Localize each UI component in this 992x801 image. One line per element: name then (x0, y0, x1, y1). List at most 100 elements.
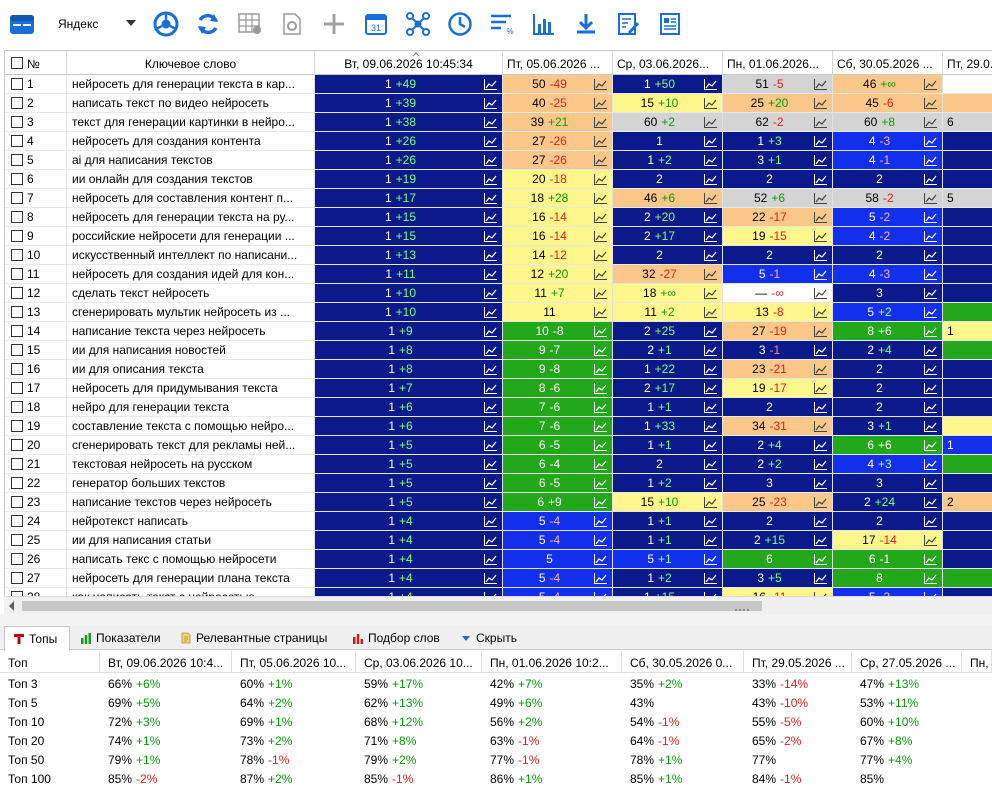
position-cell[interactable]: 1 +4 (315, 512, 503, 531)
trend-chart-icon[interactable] (814, 554, 827, 565)
position-cell[interactable]: 2 +1 (613, 341, 723, 360)
panel-splitter[interactable] (0, 609, 992, 626)
position-cell[interactable]: 34 -31 (723, 417, 833, 436)
position-cell[interactable]: 5 +1 (613, 550, 723, 569)
filter-percent-icon[interactable]: % (488, 10, 516, 38)
keyword-cell[interactable]: нейротекст написать (67, 512, 315, 531)
trend-chart-icon[interactable] (704, 193, 717, 204)
trend-chart-icon[interactable] (484, 478, 497, 489)
position-cell[interactable]: 27 -26 (503, 151, 613, 170)
position-cell[interactable]: 1 +4 (315, 531, 503, 550)
position-cell[interactable]: 4 -3 (833, 265, 943, 284)
keyword-cell[interactable]: написание текста через нейросеть (67, 322, 315, 341)
trend-chart-icon[interactable] (594, 554, 607, 565)
position-cell[interactable]: 2 +25 (613, 322, 723, 341)
table-row[interactable]: 20 сгенерировать текст для рекламы ней...… (5, 436, 992, 455)
table-row[interactable]: 12 сделать текст нейросеть 1 +10 11 +7 18 +∞ — -∞… (5, 284, 992, 303)
table-row[interactable]: 10 искусственный интеллект по написани...… (5, 246, 992, 265)
trend-chart-icon[interactable] (924, 212, 937, 223)
trend-chart-icon[interactable] (594, 364, 607, 375)
position-cell[interactable]: 16 -14 (503, 227, 613, 246)
tops-header-date[interactable]: Пт, 05.06.2026 10... (232, 651, 356, 673)
position-cell[interactable]: 1 +1 (613, 436, 723, 455)
position-cell[interactable]: 5 (503, 550, 613, 569)
trend-chart-icon[interactable] (594, 288, 607, 299)
row-checkbox[interactable] (11, 268, 23, 280)
position-cell[interactable]: 1 +33 (613, 417, 723, 436)
bar-chart-icon[interactable] (530, 10, 558, 38)
tops-header-name[interactable]: Топ (0, 651, 100, 673)
trend-chart-icon[interactable] (924, 326, 937, 337)
trend-chart-icon[interactable] (704, 174, 717, 185)
trend-chart-icon[interactable] (924, 554, 937, 565)
trend-chart-icon[interactable] (484, 231, 497, 242)
trend-chart-icon[interactable] (814, 364, 827, 375)
keyword-cell[interactable]: нейро для генерации текста (67, 398, 315, 417)
keyword-cell[interactable]: ии для написания новостей (67, 341, 315, 360)
trend-chart-icon[interactable] (594, 421, 607, 432)
table-row[interactable]: 5 ai для написания текстов 1 +26 27 -26 1 +2 3 +1… (5, 151, 992, 170)
trend-chart-icon[interactable] (814, 212, 827, 223)
row-checkbox[interactable] (11, 458, 23, 470)
position-cell[interactable]: 1+15 (613, 588, 723, 596)
tops-header-date[interactable]: Вт, 09.06.2026 10:4... (100, 651, 232, 673)
position-cell[interactable]: 1 +22 (613, 360, 723, 379)
table-row[interactable]: 26 написать текс с помощью нейросети 1 +4 5 5… (5, 550, 992, 569)
scroll-left-icon[interactable] (9, 601, 14, 611)
trend-chart-icon[interactable] (704, 212, 717, 223)
position-cell[interactable]: 1 (943, 322, 992, 341)
keyword-cell[interactable]: написать текст по видео нейросеть (67, 94, 315, 113)
trend-chart-icon[interactable] (704, 478, 717, 489)
row-checkbox[interactable] (11, 211, 23, 223)
position-cell[interactable]: 50 -49 (503, 75, 613, 94)
trend-chart-icon[interactable] (814, 269, 827, 280)
trend-chart-icon[interactable] (814, 174, 827, 185)
trend-chart-icon[interactable] (924, 174, 937, 185)
row-checkbox[interactable] (11, 154, 23, 166)
tab-word-selection[interactable]: Подбор слов (344, 626, 452, 650)
table-row[interactable]: 7 нейросеть для составления контент п... 1… (5, 189, 992, 208)
trend-chart-icon[interactable] (594, 516, 607, 527)
position-cell[interactable]: 60 +8 (833, 113, 943, 132)
position-cell[interactable]: 1 +4 (315, 569, 503, 588)
position-cell[interactable] (943, 132, 992, 151)
horizontal-scrollbar[interactable] (4, 596, 992, 614)
position-cell[interactable]: 1+15 (315, 208, 503, 227)
position-cell[interactable]: 3 -1 (723, 341, 833, 360)
trend-chart-icon[interactable] (924, 478, 937, 489)
position-cell[interactable]: 25 +20 (723, 94, 833, 113)
trend-chart-icon[interactable] (814, 440, 827, 451)
trend-chart-icon[interactable] (594, 307, 607, 318)
trend-chart-icon[interactable] (594, 497, 607, 508)
trend-chart-icon[interactable] (814, 193, 827, 204)
position-cell[interactable]: 1 +49 (315, 75, 503, 94)
position-cell[interactable]: 2 (723, 398, 833, 417)
keyword-cell[interactable]: написание текстов через нейросеть (67, 493, 315, 512)
position-cell[interactable]: 1 +11 (315, 265, 503, 284)
position-cell[interactable]: 12 +20 (503, 265, 613, 284)
row-checkbox[interactable] (11, 325, 23, 337)
trend-chart-icon[interactable] (814, 98, 827, 109)
position-cell[interactable]: 5 -1 (723, 265, 833, 284)
position-cell[interactable]: 1 +13 (315, 246, 503, 265)
position-cell[interactable]: 8 -6 (503, 379, 613, 398)
position-cell[interactable]: 5 (943, 189, 992, 208)
position-cell[interactable]: 18 +28 (503, 189, 613, 208)
position-cell[interactable]: 7 -6 (503, 417, 613, 436)
trend-chart-icon[interactable] (704, 307, 717, 318)
trend-chart-icon[interactable] (484, 193, 497, 204)
position-cell[interactable]: 8 +6 (833, 322, 943, 341)
trend-chart-icon[interactable] (484, 326, 497, 337)
position-cell[interactable]: 32 -27 (613, 265, 723, 284)
trend-chart-icon[interactable] (594, 136, 607, 147)
trend-chart-icon[interactable] (704, 288, 717, 299)
trend-chart-icon[interactable] (484, 174, 497, 185)
keyword-cell[interactable]: нейросеть для придумывания текста (67, 379, 315, 398)
calendar-icon[interactable]: 31 (362, 10, 390, 38)
position-cell[interactable]: 20 -18 (503, 170, 613, 189)
trend-chart-icon[interactable] (924, 136, 937, 147)
position-cell[interactable]: 15 +10 (613, 493, 723, 512)
trend-chart-icon[interactable] (594, 79, 607, 90)
trend-chart-icon[interactable] (814, 383, 827, 394)
trend-chart-icon[interactable] (924, 459, 937, 470)
